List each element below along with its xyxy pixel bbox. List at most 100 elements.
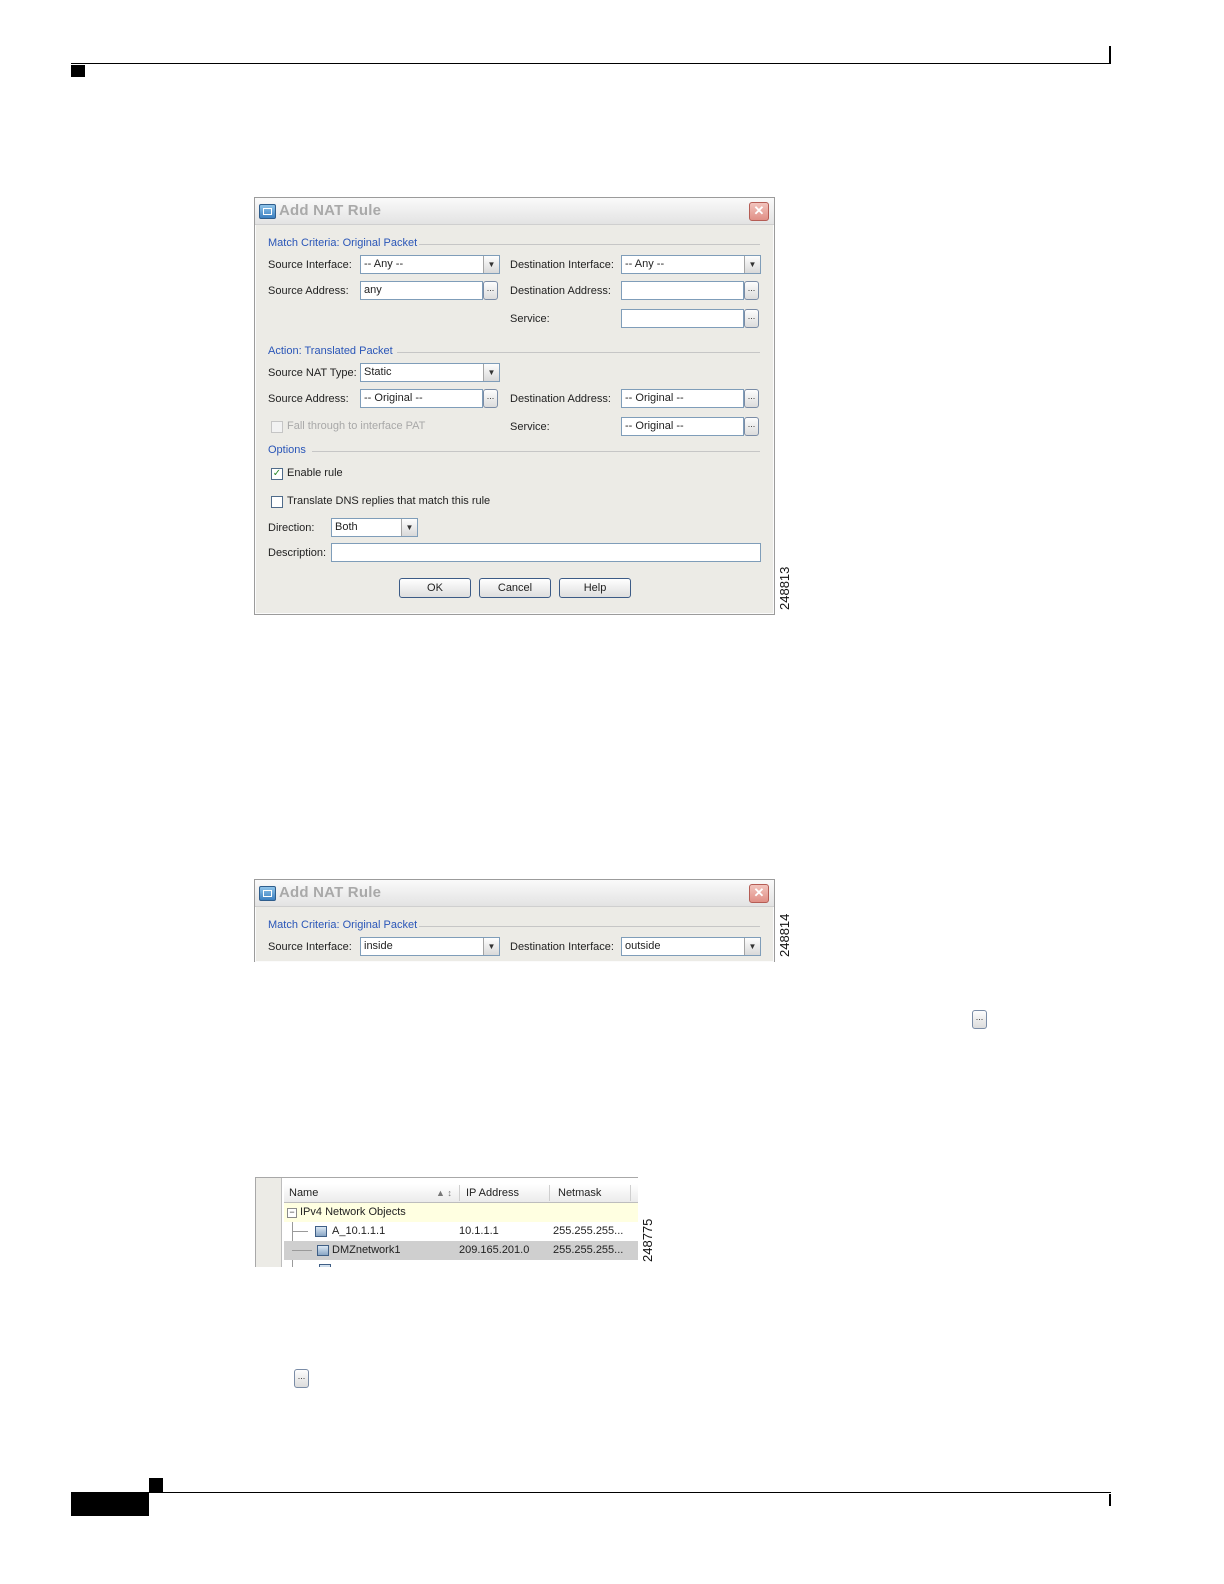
figure-number: 248813 xyxy=(777,566,792,610)
destination-address-browse-button[interactable]: ... xyxy=(744,281,759,300)
section-divider xyxy=(419,926,760,927)
source-nat-type-select[interactable]: Static ▼ xyxy=(360,363,500,382)
fall-through-checkbox xyxy=(271,421,283,433)
source-interface-label: Source Interface: xyxy=(268,259,352,271)
direction-value: Both xyxy=(335,521,358,533)
object-ip: 10.1.1.1 xyxy=(459,1225,499,1237)
direction-label: Direction: xyxy=(268,522,315,534)
options-section-label: Options xyxy=(268,444,306,456)
description-label: Description: xyxy=(268,547,327,559)
footer-page-box xyxy=(71,1493,149,1516)
source-interface-value: inside xyxy=(364,940,393,952)
chevron-down-icon[interactable]: ▼ xyxy=(483,938,499,955)
nat-rule-icon xyxy=(259,886,276,901)
table-row-partial[interactable] xyxy=(284,1260,638,1267)
collapse-icon[interactable]: − xyxy=(287,1208,297,1218)
footer-rule xyxy=(71,1492,1111,1493)
column-divider[interactable] xyxy=(630,1185,631,1201)
destination-interface-value: outside xyxy=(625,940,661,952)
close-button[interactable]: ✕ xyxy=(749,884,769,903)
enable-rule-checkbox[interactable]: ✓ xyxy=(271,468,283,480)
translate-dns-label: Translate DNS replies that match this ru… xyxy=(287,495,491,507)
cancel-button[interactable]: Cancel xyxy=(479,578,551,598)
table-side-pane xyxy=(256,1178,282,1267)
translated-destination-address-browse-button[interactable]: ... xyxy=(744,389,759,408)
dialog-titlebar: Add NAT Rule ✕ xyxy=(255,880,774,907)
column-divider[interactable] xyxy=(459,1185,460,1201)
direction-select[interactable]: Both ▼ xyxy=(331,518,418,537)
translated-destination-address-label: Destination Address: xyxy=(510,393,611,405)
destination-interface-label: Destination Interface: xyxy=(510,259,614,271)
translated-service-browse-button[interactable]: ... xyxy=(744,417,759,436)
destination-interface-select[interactable]: -- Any -- ▼ xyxy=(621,255,761,274)
source-nat-type-value: Static xyxy=(364,366,392,378)
table-row-selected[interactable]: DMZnetwork1 209.165.201.0 255.255.255... xyxy=(284,1241,638,1260)
footer-tick xyxy=(1109,1494,1111,1506)
host-icon xyxy=(315,1226,327,1237)
tree-connector xyxy=(292,1250,312,1251)
add-nat-rule-dialog: Add NAT Rule ✕ Match Criteria: Original … xyxy=(254,197,775,615)
source-nat-type-label: Source NAT Type: xyxy=(268,367,357,379)
service-browse-button[interactable]: ... xyxy=(744,309,759,328)
browse-icon: ... xyxy=(294,1369,309,1388)
dialog-titlebar: Add NAT Rule ✕ xyxy=(255,198,774,225)
table-group-row[interactable]: − IPv4 Network Objects xyxy=(284,1203,638,1222)
source-interface-label: Source Interface: xyxy=(268,941,352,953)
nat-rule-icon xyxy=(259,204,276,219)
network-icon xyxy=(317,1245,329,1256)
browse-icon: ... xyxy=(972,1010,987,1029)
service-label: Service: xyxy=(510,313,550,325)
translated-destination-address-input[interactable]: -- Original -- xyxy=(621,389,744,408)
object-ip: 209.165.201.0 xyxy=(459,1244,530,1256)
sort-icon[interactable]: ▲ ↕ xyxy=(436,1188,452,1198)
section-divider xyxy=(312,451,760,452)
help-button[interactable]: Help xyxy=(559,578,631,598)
action-section-label: Action: Translated Packet xyxy=(268,345,393,357)
chevron-down-icon[interactable]: ▼ xyxy=(401,519,417,536)
section-divider xyxy=(419,244,760,245)
header-tick xyxy=(1109,46,1111,64)
enable-rule-label: Enable rule xyxy=(287,467,343,479)
destination-address-label: Destination Address: xyxy=(510,285,611,297)
translated-source-address-input[interactable]: -- Original -- xyxy=(360,389,483,408)
footer-marker xyxy=(149,1478,163,1492)
ok-button[interactable]: OK xyxy=(399,578,471,598)
object-name: A_10.1.1.1 xyxy=(332,1225,386,1237)
translated-source-address-label: Source Address: xyxy=(268,393,349,405)
column-header-netmask[interactable]: Netmask xyxy=(558,1187,601,1199)
source-interface-value: -- Any -- xyxy=(364,258,404,270)
network-icon xyxy=(319,1264,331,1267)
translated-service-label: Service: xyxy=(510,421,550,433)
chevron-down-icon[interactable]: ▼ xyxy=(744,938,760,955)
header-rule xyxy=(71,63,1111,64)
description-input[interactable] xyxy=(331,543,761,562)
source-interface-select[interactable]: -- Any -- ▼ xyxy=(360,255,500,274)
source-interface-select[interactable]: inside ▼ xyxy=(360,937,500,956)
table-header: Name ▲ ↕ IP Address Netmask xyxy=(284,1184,638,1203)
table-row[interactable]: A_10.1.1.1 10.1.1.1 255.255.255... xyxy=(284,1222,638,1241)
chevron-down-icon[interactable]: ▼ xyxy=(483,364,499,381)
destination-interface-value: -- Any -- xyxy=(625,258,665,270)
match-criteria-section-label: Match Criteria: Original Packet xyxy=(268,919,418,931)
translated-source-address-browse-button[interactable]: ... xyxy=(483,389,498,408)
chevron-down-icon[interactable]: ▼ xyxy=(483,256,499,273)
object-netmask: 255.255.255... xyxy=(553,1225,624,1237)
translated-service-input[interactable]: -- Original -- xyxy=(621,417,744,436)
service-input[interactable] xyxy=(621,309,744,328)
column-header-name[interactable]: Name xyxy=(289,1187,318,1199)
column-header-ip[interactable]: IP Address xyxy=(466,1187,519,1199)
chevron-down-icon[interactable]: ▼ xyxy=(744,256,760,273)
section-divider xyxy=(397,352,760,353)
figure-number: 248814 xyxy=(777,913,792,957)
source-address-browse-button[interactable]: ... xyxy=(483,281,498,300)
translate-dns-checkbox[interactable] xyxy=(271,496,283,508)
tree-connector xyxy=(292,1231,308,1232)
dialog-title: Add NAT Rule xyxy=(279,884,382,901)
match-criteria-section-label: Match Criteria: Original Packet xyxy=(268,237,418,249)
destination-address-input[interactable] xyxy=(621,281,744,300)
column-divider[interactable] xyxy=(549,1185,550,1201)
add-nat-rule-dialog-cropped: Add NAT Rule ✕ Match Criteria: Original … xyxy=(254,879,775,962)
source-address-input[interactable]: any xyxy=(360,281,483,300)
close-button[interactable]: ✕ xyxy=(749,202,769,221)
destination-interface-select[interactable]: outside ▼ xyxy=(621,937,761,956)
